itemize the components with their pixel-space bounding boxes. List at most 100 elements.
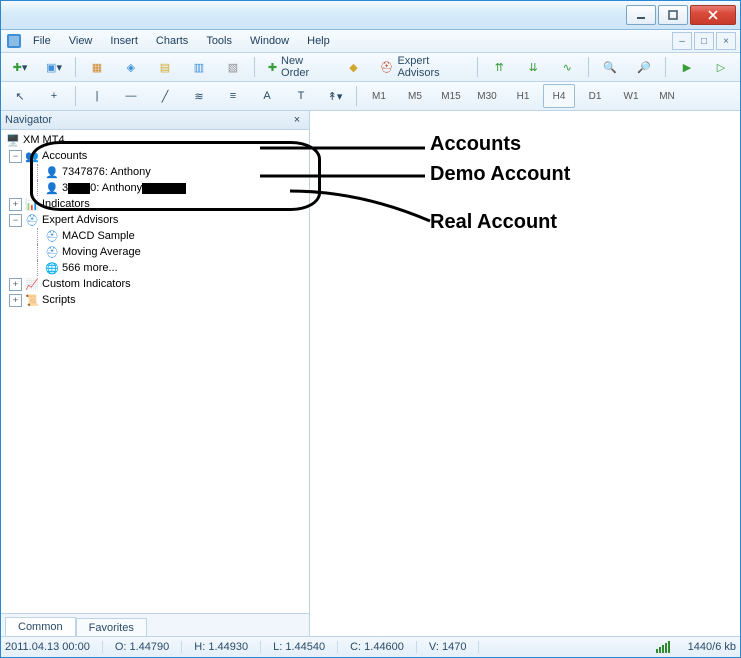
navigator-button[interactable]: ◈ [116, 55, 146, 79]
tree-expert-advisors[interactable]: − ⛑ Expert Advisors [1, 212, 309, 228]
mdi-close-button[interactable]: × [716, 32, 736, 50]
menu-charts[interactable]: Charts [148, 32, 196, 50]
titlebar [1, 1, 740, 30]
trendline-button[interactable]: ╱ [150, 84, 180, 108]
timeframe-m1[interactable]: M1 [363, 84, 395, 108]
menu-insert[interactable]: Insert [102, 32, 146, 50]
tab-favorites[interactable]: Favorites [76, 618, 147, 636]
timeframe-h4[interactable]: H4 [543, 84, 575, 108]
horizontal-line-button[interactable]: — [116, 84, 146, 108]
navigator-title: Navigator [5, 114, 52, 126]
mdi-restore-button[interactable]: □ [694, 32, 714, 50]
custom-indicators-icon: 📈 [24, 278, 40, 291]
timeframe-m30[interactable]: M30 [471, 84, 503, 108]
menu-view[interactable]: View [61, 32, 101, 50]
status-high: H: 1.44930 [194, 641, 261, 653]
text-label-button[interactable]: T [286, 84, 316, 108]
timeframe-d1[interactable]: D1 [579, 84, 611, 108]
collapse-icon[interactable]: − [9, 150, 22, 163]
tree-custom-indicators[interactable]: + 📈 Custom Indicators [1, 276, 309, 292]
market-watch-button[interactable]: ▦ [82, 55, 112, 79]
ea-icon: ⛑ [24, 214, 40, 227]
status-close: C: 1.44600 [350, 641, 417, 653]
redacted-number [68, 183, 90, 194]
tree-ea-moving-average[interactable]: ⛑ Moving Average [1, 244, 309, 260]
fibonacci-button[interactable]: ≡ [218, 84, 248, 108]
line-chart-button[interactable]: ∿ [552, 55, 582, 79]
autotrading-button[interactable]: ◆ [338, 55, 368, 79]
navigator-panel: Navigator × 🖥️ XM MT4 − 👥 Accounts [1, 111, 310, 636]
tree-account-demo[interactable]: 👤 7347876: Anthony [1, 164, 309, 180]
auto-scroll-button[interactable]: ▶ [672, 55, 702, 79]
channel-button[interactable]: ≋ [184, 84, 214, 108]
tree-ea-more[interactable]: 🌐 566 more... [1, 260, 309, 276]
new-order-button[interactable]: ✚ New Order [261, 55, 335, 79]
strategy-tester-button[interactable]: ▧ [218, 55, 248, 79]
vertical-line-button[interactable]: | [82, 84, 112, 108]
server-icon: 🖥️ [5, 134, 21, 147]
tab-common[interactable]: Common [5, 617, 76, 636]
user-icon: 👤 [44, 182, 60, 195]
ea-item-icon: ⛑ [44, 246, 60, 259]
user-icon: 👤 [44, 166, 60, 179]
new-chart-button[interactable]: ✚▾ [5, 55, 35, 79]
redacted-name [142, 183, 186, 194]
text-button[interactable]: A [252, 84, 282, 108]
toolbar-drawing: ↖ + | — ╱ ≋ ≡ A T ↟▾ M1 M5 M15 M30 H1 H4… [1, 82, 740, 111]
maximize-button[interactable] [658, 5, 688, 25]
accounts-icon: 👥 [24, 150, 40, 163]
status-datetime: 2011.04.13 00:00 [5, 641, 103, 653]
expand-icon[interactable]: + [9, 278, 22, 291]
tree-scripts[interactable]: + 📜 Scripts [1, 292, 309, 308]
annotation-real: Real Account [430, 211, 557, 234]
profiles-button[interactable]: ▣▾ [39, 55, 69, 79]
zoom-out-button[interactable]: 🔎 [629, 55, 659, 79]
navigator-tabs: Common Favorites [1, 613, 309, 636]
status-network: 1440/6 kb [688, 641, 736, 653]
menu-window[interactable]: Window [242, 32, 297, 50]
zoom-in-button[interactable]: 🔍 [595, 55, 625, 79]
timeframe-m15[interactable]: M15 [435, 84, 467, 108]
tree-ea-macd[interactable]: ⛑ MACD Sample [1, 228, 309, 244]
main-area: Navigator × 🖥️ XM MT4 − 👥 Accounts [1, 111, 740, 636]
timeframe-h1[interactable]: H1 [507, 84, 539, 108]
navigator-close-button[interactable]: × [289, 114, 305, 126]
terminal-button[interactable]: ▥ [184, 55, 214, 79]
collapse-icon[interactable]: − [9, 214, 22, 227]
minimize-button[interactable] [626, 5, 656, 25]
status-low: L: 1.44540 [273, 641, 338, 653]
data-window-button[interactable]: ▤ [150, 55, 180, 79]
menu-file[interactable]: File [25, 32, 59, 50]
expert-advisors-button[interactable]: ⛑ Expert Advisors [372, 55, 471, 79]
menu-tools[interactable]: Tools [198, 32, 240, 50]
close-button[interactable] [690, 5, 736, 25]
cursor-button[interactable]: ↖ [5, 84, 35, 108]
annotation-demo: Demo Account [430, 163, 570, 186]
timeframe-w1[interactable]: W1 [615, 84, 647, 108]
timeframe-m5[interactable]: M5 [399, 84, 431, 108]
tree-account-real[interactable]: 👤 30: Anthony [1, 180, 309, 196]
annotation-accounts: Accounts [430, 133, 521, 156]
timeframe-mn[interactable]: MN [651, 84, 683, 108]
tree-accounts[interactable]: − 👥 Accounts [1, 148, 309, 164]
crosshair-button[interactable]: + [39, 84, 69, 108]
statusbar: 2011.04.13 00:00 O: 1.44790 H: 1.44930 L… [1, 636, 740, 657]
tree-indicators[interactable]: + 📊 Indicators [1, 196, 309, 212]
indicators-icon: 📊 [24, 198, 40, 211]
chart-shift-button[interactable]: ▷ [706, 55, 736, 79]
scripts-icon: 📜 [24, 294, 40, 307]
toolbar-main: ✚▾ ▣▾ ▦ ◈ ▤ ▥ ▧ ✚ New Order ◆ ⛑ Expert A… [1, 53, 740, 82]
expand-icon[interactable]: + [9, 198, 22, 211]
candlestick-button[interactable]: ⇊ [518, 55, 548, 79]
tree-root[interactable]: 🖥️ XM MT4 [1, 132, 309, 148]
navigator-tree: 🖥️ XM MT4 − 👥 Accounts 👤 7347876: Anthon… [1, 130, 309, 613]
chart-area[interactable]: Accounts Demo Account Real Account [310, 111, 740, 636]
connection-bars-icon [656, 641, 670, 653]
menubar: File View Insert Charts Tools Window Hel… [1, 30, 740, 53]
arrows-button[interactable]: ↟▾ [320, 84, 350, 108]
expand-icon[interactable]: + [9, 294, 22, 307]
bar-chart-button[interactable]: ⇈ [484, 55, 514, 79]
menu-help[interactable]: Help [299, 32, 338, 50]
mdi-minimize-button[interactable]: – [672, 32, 692, 50]
navigator-header: Navigator × [1, 111, 309, 130]
